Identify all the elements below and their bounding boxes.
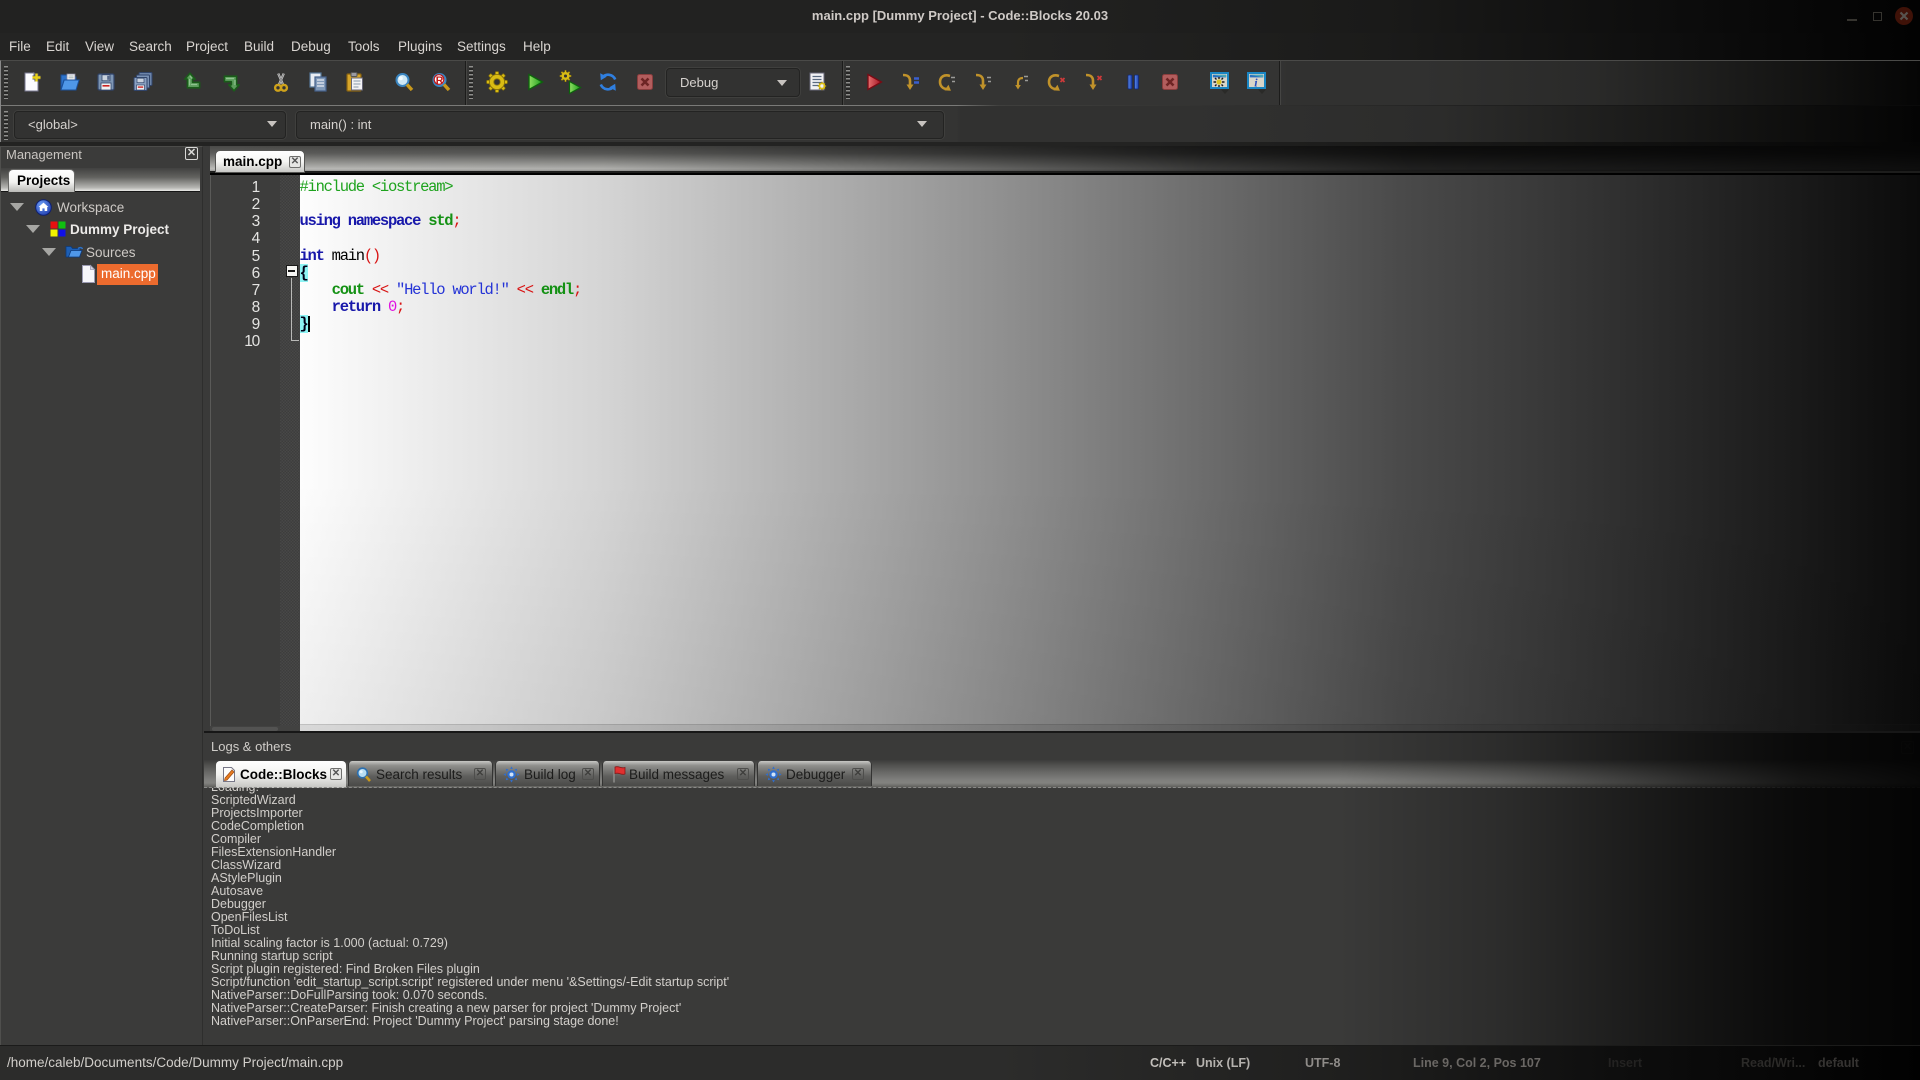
svg-text:R: R	[436, 74, 444, 86]
